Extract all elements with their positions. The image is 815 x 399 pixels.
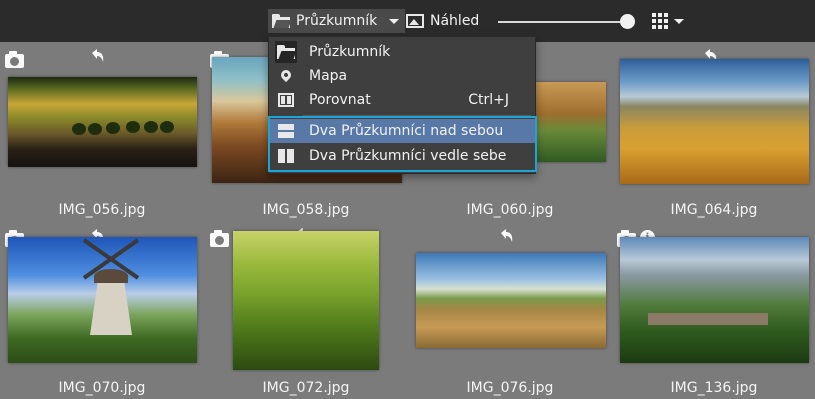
chevron-down-icon [389,18,400,24]
view-grid-button[interactable] [652,13,684,29]
rotate-icon[interactable] [88,48,106,66]
thumbnail-filename: IMG_136.jpg [670,380,758,396]
menu-item-label: Průzkumník [309,44,391,60]
menu-item-compare[interactable]: Porovnat Ctrl+J [269,88,535,112]
thumbnail-filename: IMG_072.jpg [262,380,350,396]
camera-icon [210,230,229,247]
preview-mode-label: Náhled [430,13,480,29]
menu-item-map[interactable]: Mapa [269,64,535,88]
highlight-outline [268,116,537,172]
photo-thumbnail[interactable] [8,237,197,363]
preview-mode-button[interactable]: Náhled [402,9,483,33]
chevron-down-icon [674,18,684,24]
menu-item-shortcut: Ctrl+J [468,92,509,108]
photo-thumbnail[interactable] [233,231,379,370]
explorer-mode-button[interactable]: Průzkumník [268,9,406,33]
photo-thumbnail[interactable] [8,77,197,167]
slider-handle[interactable] [620,14,635,29]
rotate-icon[interactable] [497,228,515,246]
photo-thumbnail[interactable] [620,237,809,363]
image-icon [406,14,424,28]
camera-icon [5,51,24,68]
photo-thumbnail[interactable] [620,59,809,184]
thumbnail-filename: IMG_064.jpg [670,202,758,218]
menu-item-explorer[interactable]: Průzkumník [269,40,535,64]
thumbnail-filename: IMG_058.jpg [262,202,350,218]
compare-icon [275,89,297,111]
thumbnail-filename: IMG_056.jpg [58,202,146,218]
menu-item-label: Porovnat [309,92,371,108]
map-pin-icon [275,65,297,87]
thumbnail-filename: IMG_060.jpg [466,202,554,218]
grid-icon [652,13,668,29]
thumbnail-size-slider[interactable] [498,21,628,23]
photo-thumbnail[interactable] [416,253,606,348]
folder-icon [275,41,297,63]
thumbnail-filename: IMG_076.jpg [466,380,554,396]
menu-item-label: Mapa [309,68,348,84]
explorer-mode-label: Průzkumník [296,13,378,29]
thumbnail-filename: IMG_070.jpg [58,380,146,396]
folder-icon [272,14,292,28]
